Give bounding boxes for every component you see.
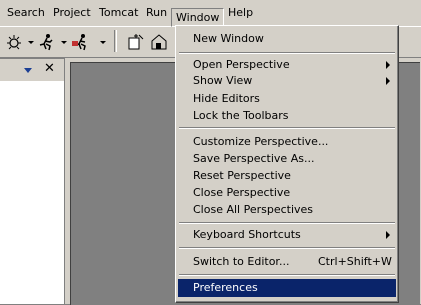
view-menu-chevron-icon[interactable]: [24, 68, 32, 73]
menu-item-label: Show View: [193, 74, 253, 87]
menu-item-label: Switch to Editor...: [193, 255, 290, 268]
menu-item-label: Preferences: [193, 281, 258, 294]
menu-item-show-view[interactable]: Show View: [178, 72, 396, 90]
menu-item-hide-editors[interactable]: Hide Editors: [178, 90, 396, 108]
submenu-arrow-icon: [386, 61, 390, 69]
menu-item-label: Customize Perspective...: [193, 135, 329, 148]
toolbar-separator: [114, 30, 117, 52]
run-icon[interactable]: [37, 32, 55, 52]
view-header: ✕: [0, 58, 65, 82]
view-body: [0, 81, 65, 304]
external-tools-dropdown-icon[interactable]: [100, 41, 106, 44]
menu-bar: Search Project Tomcat Run Window Help: [0, 0, 421, 27]
menu-item-shortcut: Ctrl+Shift+W: [318, 255, 392, 268]
left-view-panel: ✕: [0, 58, 66, 304]
menu-item-new-window[interactable]: New Window: [178, 30, 396, 48]
window-menu-dropdown: New Window Open Perspective Show View Hi…: [175, 25, 399, 303]
menu-item-label: Keyboard Shortcuts: [193, 228, 301, 241]
menu-item-label: Lock the Toolbars: [193, 109, 289, 122]
menu-item-switch-to-editor[interactable]: Switch to Editor... Ctrl+Shift+W: [178, 253, 396, 271]
menu-project[interactable]: Project: [50, 5, 94, 21]
menu-item-lock-toolbars[interactable]: Lock the Toolbars: [178, 107, 396, 125]
menu-item-label: Reset Perspective: [193, 169, 291, 182]
submenu-arrow-icon: [386, 231, 390, 239]
menu-help[interactable]: Help: [225, 5, 256, 21]
open-type-icon[interactable]: [150, 32, 168, 52]
menu-item-label: New Window: [193, 32, 264, 45]
menu-item-reset-perspective[interactable]: Reset Perspective: [178, 167, 396, 185]
new-wizard-icon[interactable]: [127, 32, 145, 52]
menu-item-preferences[interactable]: Preferences: [178, 279, 396, 297]
menu-search[interactable]: Search: [4, 5, 48, 21]
menu-item-customize-perspective[interactable]: Customize Perspective...: [178, 133, 396, 151]
external-tools-icon[interactable]: [71, 32, 91, 52]
debug-dropdown-icon[interactable]: [28, 41, 34, 44]
close-icon[interactable]: ✕: [44, 62, 55, 76]
menu-tomcat[interactable]: Tomcat: [96, 5, 141, 21]
menu-separator: [179, 247, 395, 249]
menu-item-close-perspective[interactable]: Close Perspective: [178, 184, 396, 202]
menu-separator: [179, 127, 395, 129]
submenu-arrow-icon: [386, 77, 390, 85]
menu-item-label: Hide Editors: [193, 92, 260, 105]
menu-item-label: Save Perspective As...: [193, 152, 315, 165]
run-dropdown-icon[interactable]: [61, 41, 67, 44]
menu-separator: [179, 52, 395, 54]
menu-separator: [179, 274, 395, 276]
menu-item-label: Close Perspective: [193, 186, 291, 199]
menu-run[interactable]: Run: [143, 5, 170, 21]
menu-separator: [179, 222, 395, 224]
menu-item-label: Close All Perspectives: [193, 203, 314, 216]
menu-item-keyboard-shortcuts[interactable]: Keyboard Shortcuts: [178, 226, 396, 244]
menu-item-close-all-perspectives[interactable]: Close All Perspectives: [178, 201, 396, 219]
debug-icon[interactable]: [5, 32, 23, 52]
menu-item-save-perspective-as[interactable]: Save Perspective As...: [178, 150, 396, 168]
